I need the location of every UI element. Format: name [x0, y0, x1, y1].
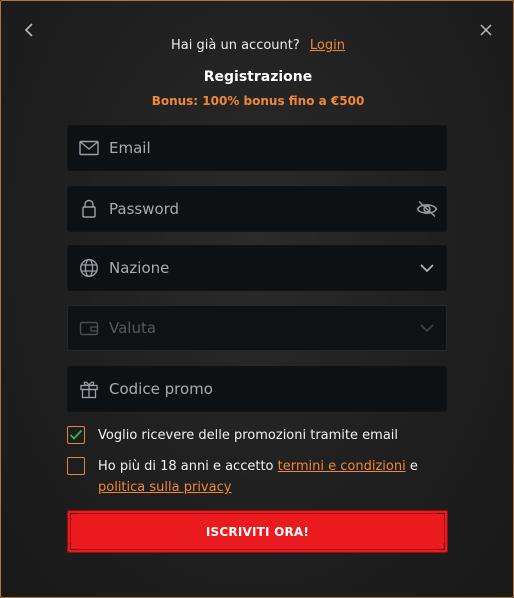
chevron-down-icon	[415, 316, 439, 340]
promotions-consent-row: Voglio ricevere delle promozioni tramite…	[67, 425, 457, 446]
promo-code-field[interactable]: Codice promo	[67, 366, 447, 412]
currency-placeholder: Valuta	[109, 319, 157, 337]
button-corner-ornament	[438, 513, 445, 520]
lock-icon	[78, 198, 100, 220]
terms-checkbox[interactable]	[67, 457, 85, 475]
signup-button-label: ISCRIVITI ORA!	[205, 524, 310, 539]
eye-off-icon[interactable]	[415, 197, 439, 221]
password-field[interactable]: Password	[67, 186, 447, 232]
country-select[interactable]: Nazione	[67, 245, 447, 291]
button-corner-ornament	[70, 513, 77, 520]
signup-button[interactable]: ISCRIVITI ORA!	[67, 510, 448, 553]
bonus-text: Bonus: 100% bonus fino a €500	[151, 94, 365, 108]
terms-label: Ho più di 18 anni e accetto termini e co…	[98, 456, 453, 498]
terms-label-prefix: Ho più di 18 anni e accetto	[98, 459, 278, 474]
promotions-label: Voglio ricevere delle promozioni tramite…	[98, 428, 399, 443]
page-title: Registrazione	[203, 69, 313, 85]
button-corner-ornament	[70, 543, 77, 550]
terms-consent-row: Ho più di 18 anni e accetto termini e co…	[67, 456, 457, 498]
gift-icon	[78, 378, 100, 400]
terms-link[interactable]: termini e condizioni	[278, 459, 406, 474]
wallet-icon	[78, 317, 100, 339]
country-placeholder: Nazione	[109, 259, 170, 277]
button-corner-ornament	[438, 543, 445, 550]
promo-placeholder: Codice promo	[109, 380, 213, 398]
privacy-link[interactable]: politica sulla privacy	[98, 480, 231, 495]
have-account-text: Hai già un account?	[171, 38, 300, 53]
password-placeholder: Password	[109, 200, 180, 218]
registration-modal: Hai già un account? Login Registrazione …	[0, 0, 514, 598]
close-icon	[480, 24, 492, 36]
promotions-checkbox[interactable]	[67, 426, 85, 444]
email-placeholder: Email	[109, 139, 151, 157]
login-link[interactable]: Login	[310, 38, 345, 53]
terms-conjunction: e	[405, 459, 418, 474]
currency-select: Valuta	[67, 305, 447, 351]
chevron-left-icon	[24, 23, 33, 37]
have-account-row: Hai già un account? Login	[1, 38, 513, 53]
email-field[interactable]: Email	[67, 125, 447, 171]
globe-icon	[78, 257, 100, 279]
checkmark-icon	[69, 429, 83, 440]
mail-icon	[78, 137, 100, 159]
chevron-down-icon	[415, 256, 439, 280]
